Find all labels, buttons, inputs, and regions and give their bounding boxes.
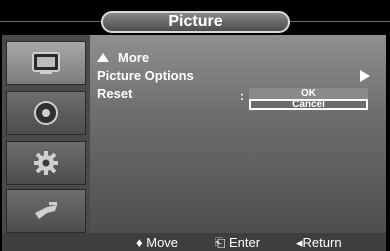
menu-item-reset[interactable]: Reset (97, 86, 132, 101)
help-enter: ⎗ Enter (215, 235, 261, 250)
help-return: ◂Return (296, 235, 342, 250)
menu-item-more[interactable]: More (97, 50, 149, 65)
menu-item-picture-options-label: Picture Options (97, 68, 194, 83)
menu-item-more-label: More (118, 50, 150, 65)
reset-separator: : (240, 89, 244, 103)
help-bar-left (2, 233, 90, 251)
sidebar-item-input[interactable] (6, 189, 86, 233)
help-move: ♦ Move (136, 235, 179, 250)
menu-item-reset-label: Reset (97, 86, 133, 101)
sidebar-item-picture[interactable] (6, 41, 86, 85)
sidebar-item-setup[interactable] (6, 141, 86, 185)
reset-option-cancel[interactable]: Cancel (249, 99, 368, 110)
sidebar-item-sound[interactable] (6, 91, 86, 135)
sound-icon (32, 99, 60, 127)
right-arrow-icon (360, 70, 370, 82)
picture-icon (31, 51, 61, 75)
input-plug-icon (31, 199, 61, 223)
setup-gear-icon (32, 149, 60, 177)
up-arrow-icon (97, 53, 109, 62)
menu-item-picture-options[interactable]: Picture Options (97, 68, 194, 83)
reset-option-ok[interactable]: OK (249, 88, 368, 99)
page-title: Picture (168, 13, 223, 30)
